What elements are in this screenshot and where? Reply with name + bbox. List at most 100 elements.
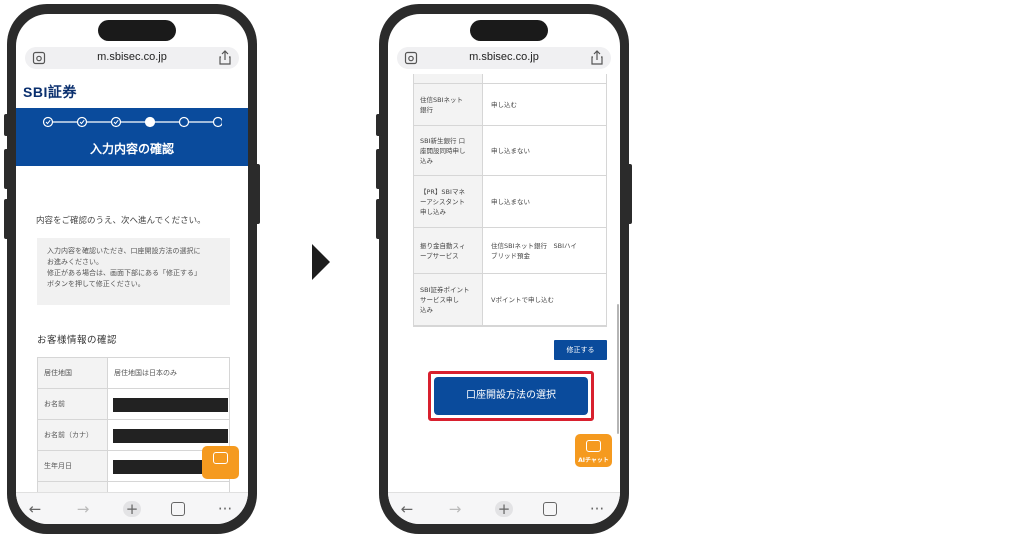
share-icon[interactable] [590,50,604,66]
screen-left: m.sbisec.co.jp SBI証券 入力内容の確認 内容をご確認のうえ、次… [16,14,248,524]
value-line: 申し込まない [491,197,530,206]
label-line: ーアシスタント [420,197,465,206]
intro-text: 内容をご確認のうえ、次へ進んでください。 [36,216,206,226]
step-pending [212,116,222,128]
browser-toolbar: ← → + ··· [16,492,248,524]
new-tab-icon[interactable]: + [123,501,141,517]
page-content: 住信SBIネット 銀行 申し込む SBI新生銀行 口座開設同時申し 込み 申し込まない 【P… [388,74,620,492]
section-title: お客様情報の確認 [37,335,118,346]
table-row: お名前 [38,389,229,420]
label-line: 銀行 [420,105,433,114]
row-label: 生年月日 [38,451,108,481]
note-line: ボタンを押して修正ください。 [47,280,145,288]
phone-frame-left: m.sbisec.co.jp SBI証券 入力内容の確認 内容をご確認のうえ、次… [4,4,260,534]
dynamic-island [98,20,176,41]
table-row: 生年月日 [38,451,229,482]
table-row [414,74,606,84]
label-line: ープサービス [420,251,459,260]
table-row: 居住地国 居住地国は日本のみ [38,358,229,389]
note-line: お進みください。 [47,258,103,266]
value-line: 申し込まない [491,146,530,155]
row-label [414,74,483,83]
scrollbar[interactable] [617,304,619,434]
side-button [4,114,10,136]
side-button [376,114,382,136]
row-label: 【PR】SBIマネ ーアシスタント 申し込み [414,176,483,227]
row-value: Vポイントで申し込む [483,274,606,325]
label-line: SBI新生銀行 口 [420,136,466,145]
instruction-note: 入力内容を確認いただき、口座開設方法の選択に お進みください。修正がある場合は、画… [37,238,230,305]
label-line: 座開設同時申し [420,146,466,155]
step-done [110,116,122,128]
row-label: お名前（カナ） [38,420,108,450]
forward-icon[interactable]: → [74,501,92,517]
ai-chat-button[interactable]: AIチャット [575,434,612,467]
side-button [4,199,10,239]
check-icon [79,119,85,125]
url-text[interactable]: m.sbisec.co.jp [25,51,239,63]
label-line: SBI証券ポイント [420,285,470,294]
address-bar[interactable]: m.sbisec.co.jp [25,47,239,69]
robot-icon [213,452,228,464]
ai-chat-button[interactable] [202,446,239,479]
table-row: 【PR】SBIマネ ーアシスタント 申し込み 申し込まない [414,176,606,228]
more-icon[interactable]: ··· [588,501,606,517]
row-value: 住信SBIネット銀行 SBIハイ ブリッド預金 [483,228,606,273]
label-line: 振り金自動スィ [420,241,466,250]
row-value: 居住地国は日本のみ [114,369,177,377]
step-progress-indicator [42,116,222,128]
row-value [108,482,229,492]
address-bar[interactable]: m.sbisec.co.jp [397,47,611,69]
row-label: 振り金自動スィ ープサービス [414,228,483,273]
label-line: 申し込み [420,207,446,216]
table-row [38,482,229,492]
side-button [376,149,382,189]
page-title: 入力内容の確認 [89,142,174,156]
note-line: 修正がある場合は、画面下部にある「修正する」 [47,269,201,277]
forward-icon[interactable]: → [446,501,464,517]
check-icon [45,119,51,125]
value-line: 住信SBIネット銀行 SBIハイ [491,241,577,250]
browser-toolbar: ← → + ··· [388,492,620,524]
row-label: 居住地国 [38,358,108,388]
more-icon[interactable]: ··· [216,501,234,517]
row-value [483,74,606,83]
service-options-table: 住信SBIネット 銀行 申し込む SBI新生銀行 口座開設同時申し 込み 申し込まない 【P… [413,74,607,327]
next-step-arrow [312,244,330,280]
side-button [254,164,260,224]
tabs-icon[interactable] [171,502,185,516]
table-row: SBI証券ポイント サービス申し 込み Vポイントで申し込む [414,274,606,326]
url-text[interactable]: m.sbisec.co.jp [397,51,611,63]
step-done [42,116,54,128]
fix-button[interactable]: 修正する [554,340,607,360]
share-icon[interactable] [218,50,232,66]
note-line: 入力内容を確認いただき、口座開設方法の選択に [47,247,201,255]
select-account-method-button[interactable]: 口座開設方法の選択 [434,377,588,415]
sbi-logo[interactable]: SBI証券 [23,82,77,102]
row-label: 住信SBIネット 銀行 [414,84,483,125]
back-icon[interactable]: ← [26,501,44,517]
side-button [626,164,632,224]
dynamic-island [470,20,548,41]
new-tab-icon[interactable]: + [495,501,513,517]
back-icon[interactable]: ← [398,501,416,517]
row-label: SBI新生銀行 口座開設同時申し 込み [414,126,483,175]
value-line: ブリッド預金 [491,251,530,260]
label-line: 住信SBIネット [420,95,464,104]
highlight-frame: 口座開設方法の選択 [428,371,594,421]
value-line: 申し込む [491,100,517,109]
label-line: 【PR】SBIマネ [420,187,465,196]
value-line: Vポイントで申し込む [491,295,554,304]
row-label: お名前 [38,389,108,419]
redaction-bar [113,398,228,412]
row-value: 申し込まない [483,176,606,227]
label-line: 込み [420,156,433,165]
label-line: サービス申し [420,295,459,304]
side-button [376,199,382,239]
tabs-icon[interactable] [543,502,557,516]
table-row: 住信SBIネット 銀行 申し込む [414,84,606,126]
screen-right: m.sbisec.co.jp 住信SBIネット 銀行 申し込む SBI新生銀行 口座開… [388,14,620,524]
side-button [4,149,10,189]
page-header: 入力内容の確認 [16,108,248,166]
ai-chat-label: AIチャット [578,457,609,464]
